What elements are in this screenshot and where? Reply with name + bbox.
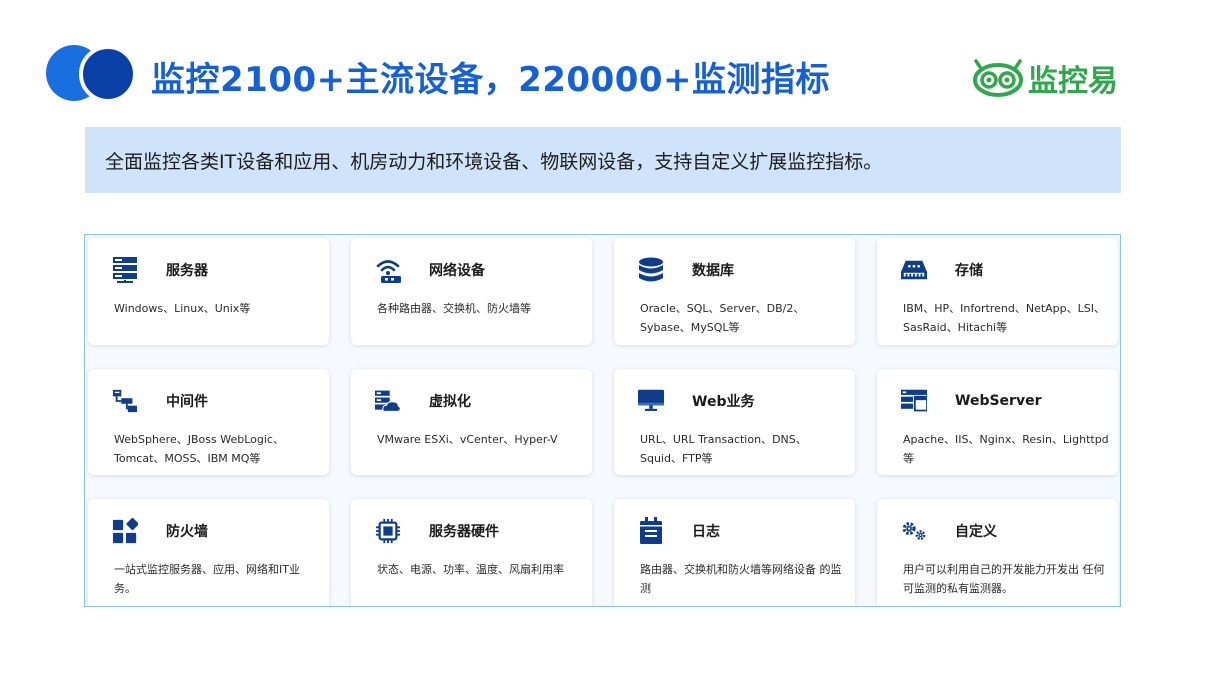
card-title: 数据库 — [692, 263, 734, 279]
card-title: 服务器硬件 — [429, 524, 499, 540]
wifi-router-icon — [375, 257, 401, 283]
card-custom: 自定义 用户可以利用自己的开发能力开发出 任何可监测的私有监测器。 — [877, 499, 1118, 606]
card-server: 服务器 Windows、Linux、Unix等 — [88, 238, 329, 345]
card-title: 中间件 — [166, 394, 208, 410]
monitor-icon — [638, 388, 664, 414]
middleware-icon — [112, 388, 138, 414]
calendar-log-icon — [638, 517, 664, 544]
card-webserver: WebServer Apache、IIS、Nginx、Resin、Lighttp… — [877, 369, 1118, 475]
card-title: 存储 — [955, 263, 983, 279]
card-description: Apache、IIS、Nginx、Resin、Lighttpd等 — [903, 433, 1109, 465]
owl-icon — [973, 59, 1023, 97]
card-database: 数据库 Oracle、SQL、Server、DB/2、Sybase、MySQL等 — [614, 238, 855, 345]
card-description: URL、URL Transaction、DNS、Squid、FTP等 — [640, 433, 807, 465]
card-title: 防火墙 — [166, 524, 208, 540]
card-middleware: 中间件 WebSphere、JBoss WebLogic、Tomcat、MOSS… — [88, 369, 329, 475]
card-storage: 存储 IBM、HP、Infortrend、NetApp、LSI、SasRaid、… — [877, 238, 1118, 345]
card-description: Windows、Linux、Unix等 — [114, 302, 251, 315]
card-description: 状态、电源、功率、温度、风扇利用率 — [377, 563, 564, 576]
summary-text: 全面监控各类IT设备和应用、机房动力和环境设备、物联网设备，支持自定义扩展监控指… — [105, 150, 883, 173]
card-log: 日志 路由器、交换机和防火墙等网络设备 的监测 — [614, 499, 855, 606]
brand-name: 监控易 — [1028, 64, 1118, 99]
card-title: 日志 — [692, 524, 720, 540]
card-title: WebServer — [955, 393, 1042, 409]
card-description: 一站式监控服务器、应用、网络和IT业务。 — [114, 563, 300, 595]
capability-grid: 服务器 Windows、Linux、Unix等 网络设备 各种路由器、交换机、防… — [84, 234, 1121, 607]
card-firewall: 防火墙 一站式监控服务器、应用、网络和IT业务。 — [88, 499, 329, 606]
logo-circle-dark — [79, 45, 137, 103]
browser-window-icon — [901, 388, 927, 414]
card-description: WebSphere、JBoss WebLogic、Tomcat、MOSS、IBM… — [114, 433, 284, 465]
card-title: 网络设备 — [429, 263, 485, 279]
card-network-device: 网络设备 各种路由器、交换机、防火墙等 — [351, 238, 592, 345]
card-description: Oracle、SQL、Server、DB/2、Sybase、MySQL等 — [640, 302, 805, 334]
card-description: IBM、HP、Infortrend、NetApp、LSI、SasRaid、Hit… — [903, 302, 1105, 334]
page-title: 监控2100+主流设备，220000+监测指标 — [151, 60, 831, 100]
card-web-business: Web业务 URL、URL Transaction、DNS、Squid、FTP等 — [614, 369, 855, 475]
card-description: VMware ESXi、vCenter、Hyper-V — [377, 433, 558, 446]
apps-grid-icon — [112, 517, 138, 544]
header-logo-mark — [46, 45, 141, 103]
server-icon — [112, 257, 138, 283]
storage-icon — [901, 257, 927, 283]
card-virtualization: 虚拟化 VMware ESXi、vCenter、Hyper-V — [351, 369, 592, 475]
gears-icon — [901, 518, 927, 544]
cloud-server-icon — [375, 388, 401, 414]
card-title: 服务器 — [166, 263, 208, 279]
summary-banner: 全面监控各类IT设备和应用、机房动力和环境设备、物联网设备，支持自定义扩展监控指… — [85, 127, 1121, 193]
card-description: 用户可以利用自己的开发能力开发出 任何可监测的私有监测器。 — [903, 563, 1105, 595]
card-title: 自定义 — [955, 524, 997, 540]
brand-logo: 监控易 — [972, 56, 1118, 100]
chip-icon — [375, 518, 401, 544]
card-server-hardware: 服务器硬件 状态、电源、功率、温度、风扇利用率 — [351, 499, 592, 606]
card-description: 各种路由器、交换机、防火墙等 — [377, 302, 531, 315]
card-title: Web业务 — [692, 394, 755, 410]
database-icon — [638, 257, 664, 283]
card-title: 虚拟化 — [429, 394, 471, 410]
card-description: 路由器、交换机和防火墙等网络设备 的监测 — [640, 563, 842, 595]
